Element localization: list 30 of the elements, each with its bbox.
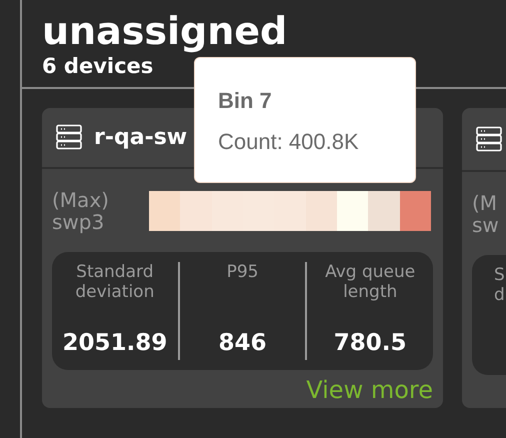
port-label: (Max) — [52, 188, 109, 210]
server-icon — [56, 124, 82, 150]
device-count: 6 devices — [42, 52, 154, 78]
heatmap-bin[interactable] — [149, 190, 180, 230]
port-label: sw — [472, 214, 499, 236]
stat-label: P95 — [226, 262, 258, 282]
device-name: r-qa-sw — [94, 124, 188, 152]
heatmap-bin[interactable] — [368, 190, 400, 230]
port-label: swp3 — [52, 210, 104, 232]
tooltip-text: Count: 400.8K — [218, 128, 360, 156]
stat-value: 780.5 — [334, 328, 407, 358]
heatmap-bin[interactable] — [306, 190, 337, 230]
stat-label: length — [343, 282, 398, 302]
stat-value: 846 — [218, 328, 267, 358]
stat-label: d — [494, 285, 505, 305]
tooltip-title: Bin 7 — [218, 87, 273, 115]
stat-label: Avg queue — [325, 262, 416, 282]
stat-label: Standard — [76, 262, 154, 282]
view-more-link[interactable]: View more — [306, 372, 433, 408]
stat-label: S — [494, 265, 505, 285]
port-label: (M — [472, 192, 498, 214]
server-icon — [476, 126, 502, 152]
group-title: unassigned — [42, 8, 288, 52]
heatmap-bin[interactable] — [274, 190, 306, 230]
heatmap-bin[interactable] — [400, 190, 431, 230]
stat-label: deviation — [75, 282, 154, 302]
heatmap-bin[interactable] — [336, 190, 368, 230]
heatmap-bin[interactable] — [212, 190, 243, 230]
heatmap-bin[interactable] — [180, 190, 212, 230]
stat-value: 2051.89 — [62, 328, 168, 358]
